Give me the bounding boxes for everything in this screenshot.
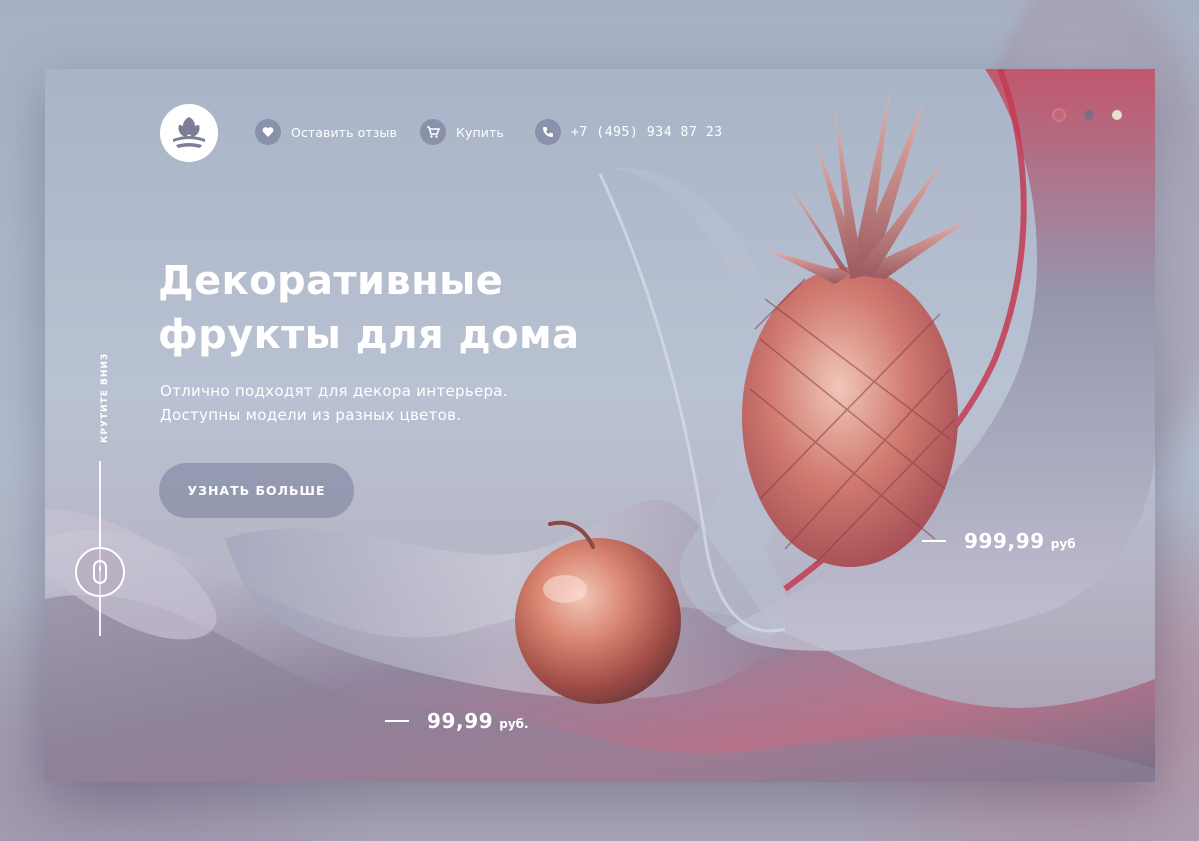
hero-title: Декоративные фрукты для дома [158,254,628,362]
nav-phone-label: +7 (495) 934 87 23 [571,124,723,140]
leaf-logo-icon [173,117,205,148]
hero-subtitle-line: Доступны модели из разных цветов. [160,406,462,424]
logo-leaf-icon[interactable] [160,104,218,162]
hero-card: Оставить отзыв Купить +7 (495) 934 87 23… [45,69,1155,782]
nav-phone[interactable]: +7 (495) 934 87 23 [535,119,723,145]
pineapple-price: 999,99 руб [922,529,1076,553]
price-value: 99,99 [427,709,494,733]
nav-buy-label: Купить [456,124,504,140]
slider-dot[interactable] [1084,110,1094,120]
phone-icon [535,119,561,145]
hero-subtitle-line: Отлично подходят для декора интерьера. [160,382,508,400]
nav-review[interactable]: Оставить отзыв [255,119,397,145]
nav-review-label: Оставить отзыв [291,124,397,140]
hero-title-line: фрукты для дома [158,312,580,358]
heart-icon [255,119,281,145]
apple-price: 99,99 руб. [385,709,529,733]
price-currency: руб [1050,537,1076,551]
slider-dot-active[interactable] [1052,108,1066,122]
price-value: 999,99 [964,529,1045,553]
nav-buy[interactable]: Купить [420,119,504,145]
cart-icon [420,119,446,145]
price-currency: руб. [499,717,529,731]
hero-subtitle: Отлично подходят для декора интерьера. Д… [160,379,600,427]
scroll-down-label: КРУТИТЕ ВНИЗ [100,352,110,443]
slider-dot[interactable] [1112,110,1122,120]
learn-more-button[interactable]: УЗНАТЬ БОЛЬШЕ [159,463,354,518]
slider-dots [1052,108,1122,122]
mouse-icon [93,560,107,584]
price-dash [385,720,409,722]
scroll-down-button[interactable] [75,547,125,597]
hero-title-line: Декоративные [158,258,504,304]
price-dash [922,540,946,542]
